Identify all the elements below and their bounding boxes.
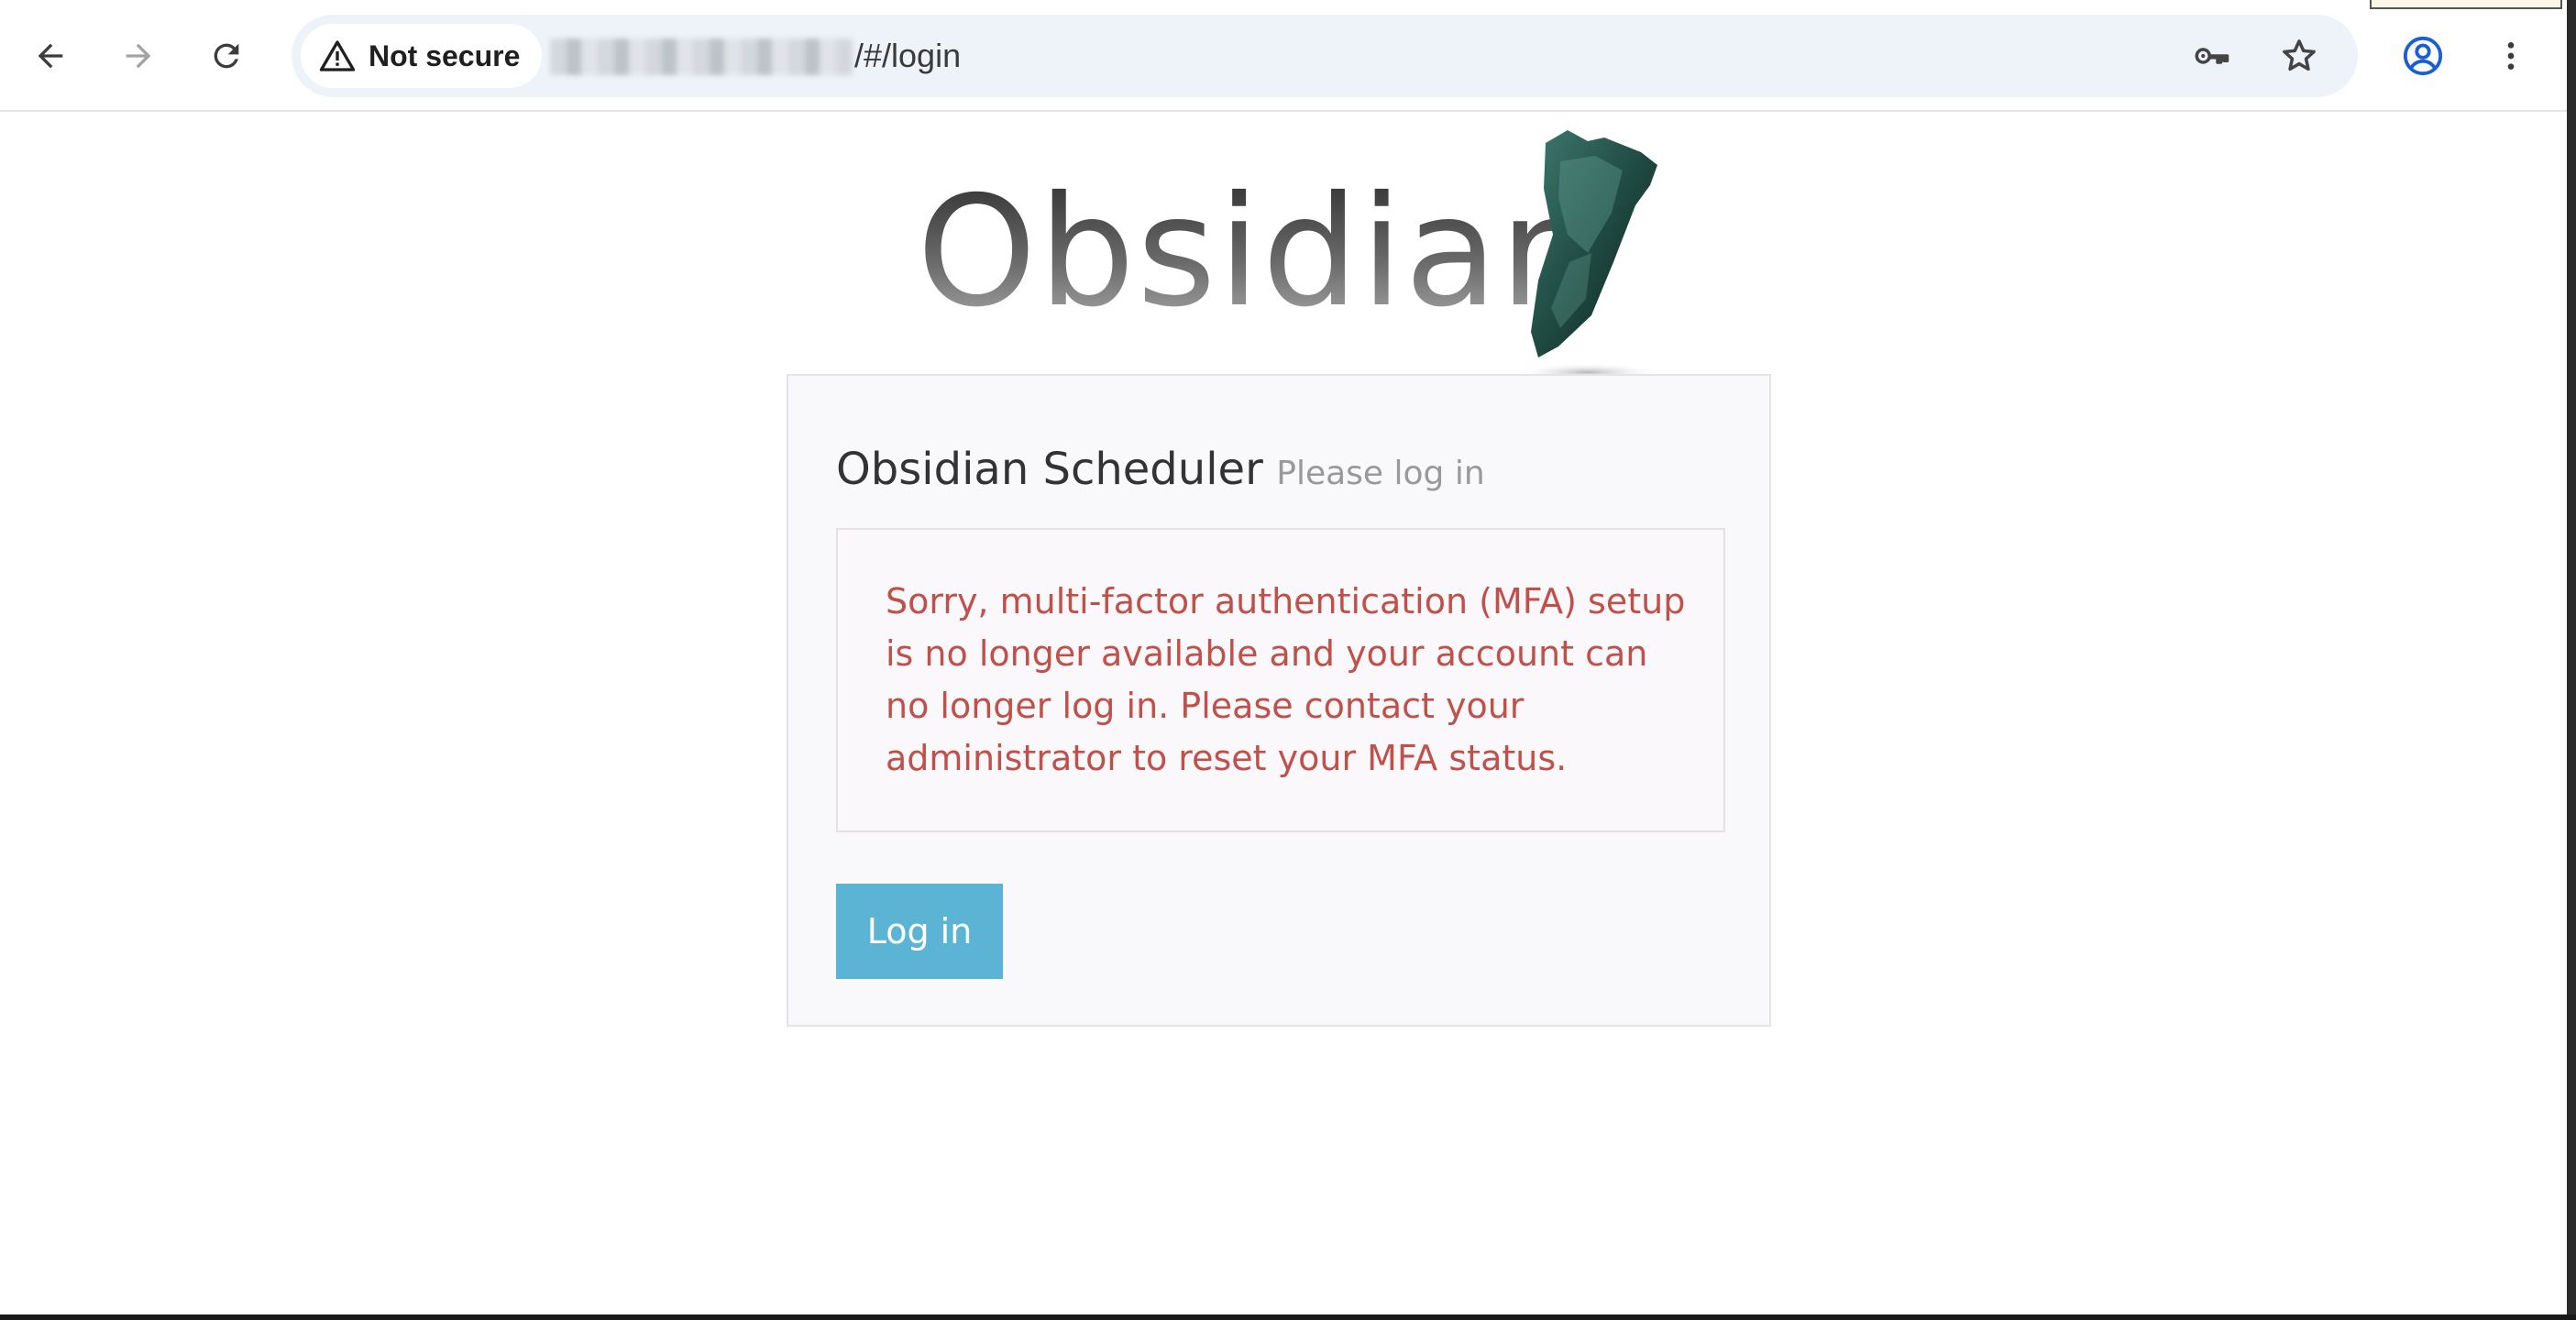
page-content: Obsidian Obsidian Scheduler Please log i… <box>0 112 2567 1314</box>
kebab-menu-icon <box>2507 42 2515 70</box>
logo-wordmark: Obsidian <box>917 161 1598 345</box>
forward-arrow-icon <box>126 43 151 69</box>
error-alert: Sorry, multi-factor authentication (MFA)… <box>836 528 1725 832</box>
reload-button[interactable] <box>196 26 257 86</box>
back-button[interactable] <box>20 26 81 86</box>
desktop-edge <box>2567 0 2576 1320</box>
tooltip-fragment <box>2370 0 2562 9</box>
reload-icon <box>214 43 239 69</box>
error-message: Sorry, multi-factor authentication (MFA)… <box>886 581 1686 778</box>
password-key-button[interactable] <box>2185 30 2237 82</box>
browser-window: Not secure /#/login Obsidian Obsidian Sc… <box>0 0 2567 1314</box>
login-button[interactable]: Log in <box>836 884 1003 979</box>
panel-heading: Obsidian Scheduler Please log in <box>836 444 1485 495</box>
url-host-redacted <box>550 38 853 75</box>
browser-menu-button[interactable] <box>2481 26 2541 86</box>
obsidian-stone-icon <box>1514 130 1661 381</box>
page-subtitle: Please log in <box>1276 455 1485 492</box>
security-label: Not secure <box>369 38 521 72</box>
obsidian-logo: Obsidian <box>917 125 1668 400</box>
warning-triangle-icon <box>319 40 356 72</box>
browser-toolbar: Not secure /#/login <box>0 0 2567 112</box>
profile-button[interactable] <box>2393 26 2453 86</box>
security-indicator-chip[interactable]: Not secure <box>301 24 543 88</box>
page-title: Obsidian Scheduler <box>836 444 1263 495</box>
back-arrow-icon <box>38 43 63 69</box>
star-icon <box>2283 39 2316 72</box>
desktop-bottom-edge <box>0 1314 2576 1320</box>
forward-button[interactable] <box>108 26 169 86</box>
address-bar[interactable]: Not secure /#/login <box>292 15 2358 97</box>
bookmark-star-button[interactable] <box>2273 30 2325 82</box>
url-path[interactable]: /#/login <box>854 35 961 77</box>
profile-icon <box>2403 36 2443 76</box>
key-icon <box>2195 48 2229 64</box>
login-panel: Obsidian Scheduler Please log in Sorry, … <box>787 374 1771 1027</box>
